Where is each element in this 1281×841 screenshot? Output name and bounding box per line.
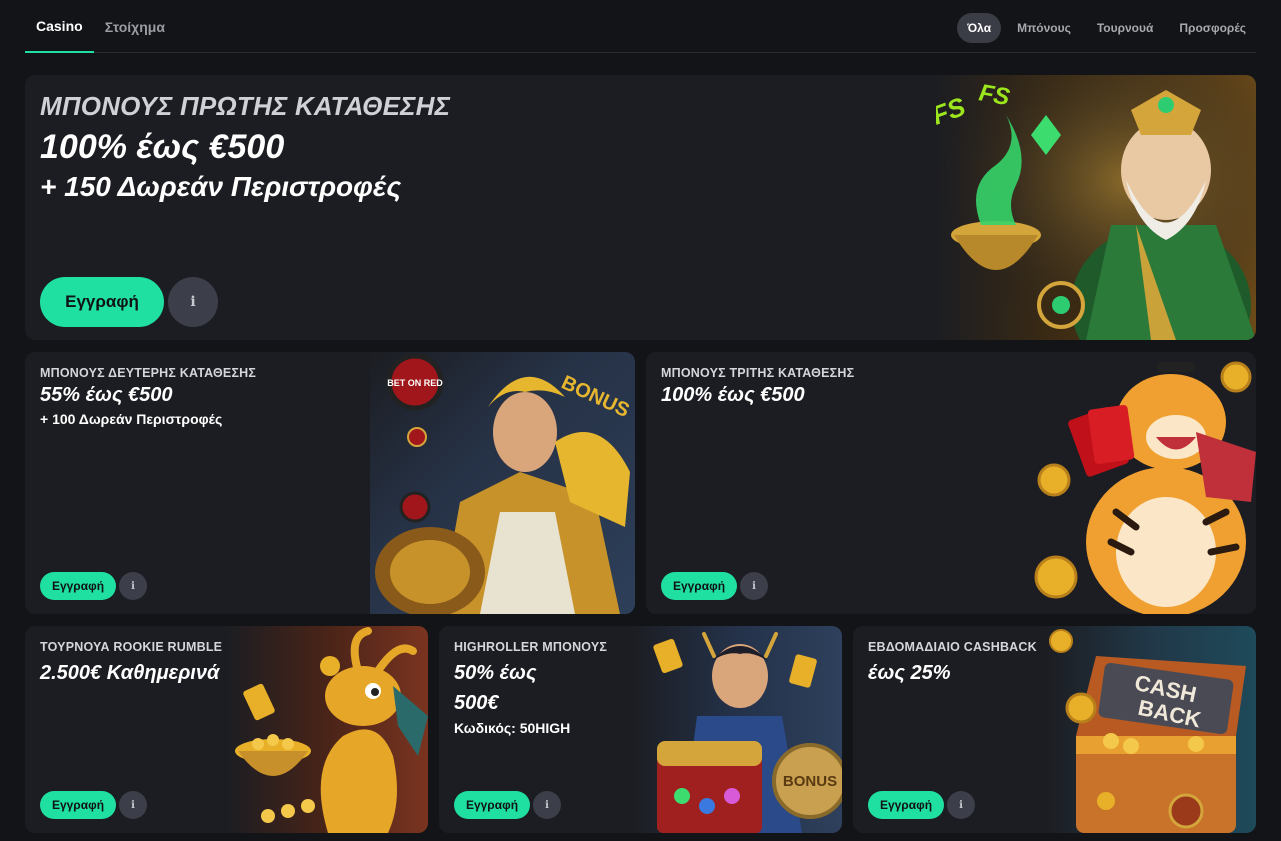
promo-card-tournament: ΤΟΥΡΝΟΥΑ ROOKIE RUMBLE 2.500€ Καθημερινά…	[25, 626, 428, 833]
promo-eyebrow: ΜΠΟΝΟΥΣ ΔΕΥΤΕΡΗΣ ΚΑΤΑΘΕΣΗΣ	[40, 366, 257, 380]
promo-eyebrow: ΜΠΟΝΟΥΣ ΤΡΙΤΗΣ ΚΑΤΑΘΕΣΗΣ	[661, 366, 855, 380]
hero-text: ΜΠΟΝΟΥΣ ΠΡΩΤΗΣ ΚΑΤΑΘΕΣΗΣ 100% έως €500 +…	[40, 91, 450, 203]
filter-chips: Όλα Μπόνους Τουρνουά Προσφορές	[957, 13, 1256, 43]
promo-code: Κωδικός: 50HIGH	[454, 720, 571, 736]
promo-headline: 2.500€ Καθημερινά	[40, 662, 220, 684]
main-tabs: Casino Στοίχημα	[25, 0, 176, 53]
info-button[interactable]: i	[533, 791, 561, 819]
register-button[interactable]: Εγγραφή	[40, 572, 116, 600]
bet-on-red-chip: BET ON RED	[386, 353, 444, 411]
info-button[interactable]: i	[168, 277, 218, 327]
promo-card-third-deposit: ΜΠΟΝΟΥΣ ΤΡΙΤΗΣ ΚΑΤΑΘΕΣΗΣ 100% έως €500 Ε…	[646, 352, 1256, 614]
svg-text:FS: FS	[977, 79, 1012, 111]
svg-text:BET ON RED: BET ON RED	[387, 378, 443, 388]
promo-headline: 50% έως	[454, 662, 537, 684]
dragon-character-illustration	[228, 626, 428, 833]
info-icon: i	[959, 799, 963, 811]
promo-subtitle: + 100 Δωρεάν Περιστροφές	[40, 411, 223, 427]
info-button[interactable]: i	[119, 791, 147, 819]
promo-card-second-deposit: BET ON RED BONUS ΜΠΟΝΟΥΣ ΔΕΥΤΕΡΗΣ ΚΑΤΑΘΕ…	[25, 352, 635, 614]
info-icon: i	[752, 580, 756, 592]
promo-subtitle: + 150 Δωρεάν Περιστροφές	[40, 171, 402, 202]
promo-text: ΜΠΟΝΟΥΣ ΔΕΥΤΕΡΗΣ ΚΑΤΑΘΕΣΗΣ 55% έως €500 …	[40, 366, 256, 427]
promo-headline: 100% έως €500	[40, 128, 285, 166]
filter-all[interactable]: Όλα	[957, 13, 1002, 43]
info-button[interactable]: i	[119, 572, 147, 600]
info-icon: i	[190, 294, 196, 310]
info-button[interactable]: i	[947, 791, 975, 819]
promo-text: ΕΒΔΟΜΑΔΙΑΙΟ CASHBACK έως 25%	[868, 640, 1037, 688]
register-button[interactable]: Εγγραφή	[40, 791, 116, 819]
promo-text: ΜΠΟΝΟΥΣ ΤΡΙΤΗΣ ΚΑΤΑΘΕΣΗΣ 100% έως €500	[661, 366, 854, 407]
promo-card-first-deposit: FS FS ΜΠΟΝΟΥΣ ΠΡΩΤΗΣ ΚΑΤΑΘΕΣΗΣ 100% έως …	[25, 75, 1256, 340]
register-button[interactable]: Εγγραφή	[868, 791, 944, 819]
register-button[interactable]: Εγγραφή	[661, 572, 737, 600]
cashback-chest-illustration: CASH BACK	[1046, 626, 1256, 833]
tab-sports[interactable]: Στοίχημα	[94, 0, 176, 53]
tiger-character-illustration	[1026, 352, 1256, 614]
promo-headline-amount: 500€	[454, 692, 499, 714]
register-button[interactable]: Εγγραφή	[40, 277, 164, 327]
promo-eyebrow: ΕΒΔΟΜΑΔΙΑΙΟ CASHBACK	[868, 640, 1037, 654]
filter-tournaments[interactable]: Τουρνουά	[1087, 13, 1164, 43]
promo-headline: 55% έως €500	[40, 384, 173, 406]
info-icon: i	[131, 580, 135, 592]
promo-text: ΤΟΥΡΝΟΥΑ ROOKIE RUMBLE 2.500€ Καθημερινά	[40, 640, 222, 688]
promo-card-weekly-cashback: CASH BACK ΕΒΔΟΜΑΔΙΑΙΟ CASHBACK έως 25% Ε…	[853, 626, 1256, 833]
promo-text: HIGHROLLER ΜΠΟΝΟΥΣ 50% έως 500€ Κωδικός:…	[454, 640, 607, 736]
bonus-emblem: BONUS	[783, 773, 837, 790]
info-icon: i	[131, 799, 135, 811]
top-navigation: Casino Στοίχημα Όλα Μπόνους Τουρνουά Προ…	[25, 0, 1256, 53]
free-spins-badge: FS	[977, 79, 1012, 111]
promo-eyebrow: ΤΟΥΡΝΟΥΑ ROOKIE RUMBLE	[40, 640, 223, 654]
knight-character-illustration: BET ON RED BONUS	[370, 352, 635, 614]
promo-eyebrow: ΜΠΟΝΟΥΣ ΠΡΩΤΗΣ ΚΑΤΑΘΕΣΗΣ	[40, 91, 451, 121]
info-icon: i	[545, 799, 549, 811]
promo-eyebrow: HIGHROLLER ΜΠΟΝΟΥΣ	[454, 640, 608, 654]
tab-casino[interactable]: Casino	[25, 0, 94, 53]
wizard-character-illustration: FS FS	[936, 75, 1256, 340]
promo-headline: 100% έως €500	[661, 384, 805, 406]
register-button[interactable]: Εγγραφή	[454, 791, 530, 819]
promo-headline: έως 25%	[868, 662, 951, 684]
filter-offers[interactable]: Προσφορές	[1169, 13, 1256, 43]
warrior-treasure-illustration: BONUS	[632, 626, 842, 833]
promo-card-highroller: BONUS HIGHROLLER ΜΠΟΝΟΥΣ 50% έως 500€ Κω…	[439, 626, 842, 833]
info-button[interactable]: i	[740, 572, 768, 600]
filter-bonuses[interactable]: Μπόνους	[1007, 13, 1081, 43]
